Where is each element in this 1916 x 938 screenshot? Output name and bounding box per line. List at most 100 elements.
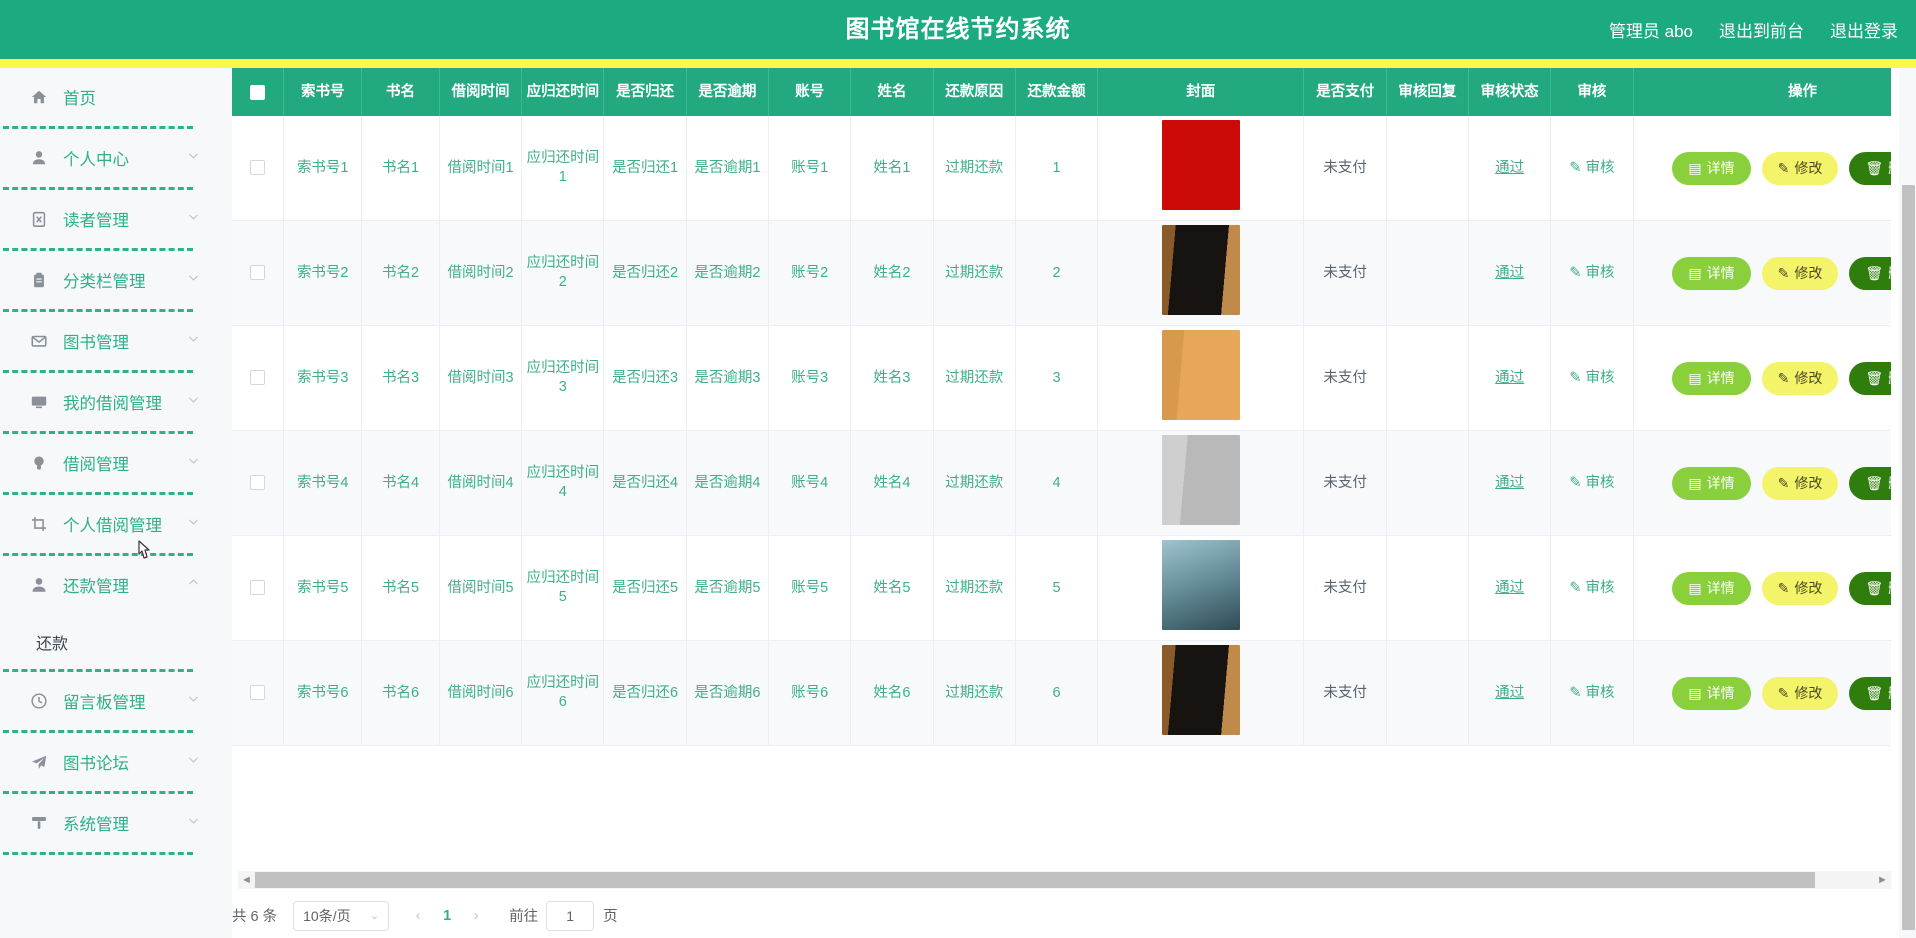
- exit-to-front-link[interactable]: 退出到前台: [1719, 17, 1804, 42]
- audit-status-link[interactable]: 通过: [1495, 685, 1524, 701]
- list-icon: ▤: [1688, 474, 1702, 491]
- sidebar-item-5[interactable]: 我的借阅管理: [0, 373, 232, 431]
- logout-link[interactable]: 退出登录: [1830, 17, 1898, 42]
- sidebar-item-3[interactable]: 分类栏管理: [0, 251, 232, 309]
- sidebar-item-7[interactable]: 个人借阅管理: [0, 495, 232, 553]
- cell-audit-status: 通过: [1468, 220, 1552, 326]
- cell-repay-reason: 过期还款: [933, 640, 1016, 746]
- table-horizontal-scrollbar[interactable]: ◄ ►: [238, 871, 1891, 889]
- detail-label: 详情: [1706, 580, 1735, 596]
- book-cover-image[interactable]: [1161, 120, 1240, 210]
- pagination-next-button[interactable]: ›: [461, 901, 491, 931]
- pagination-jump-input[interactable]: [546, 900, 595, 931]
- audit-status-link[interactable]: 通过: [1495, 160, 1524, 176]
- audit-button[interactable]: ✎ 审核: [1569, 580, 1614, 596]
- cell-audit-status: 通过: [1468, 535, 1552, 641]
- page-scroll-thumb[interactable]: [1902, 185, 1915, 930]
- sidebar-item-label: 个人借阅管理: [63, 517, 162, 535]
- pagination-bar: 共 6 条 10条/页 ⌄ ‹ 1 › 前往 页: [232, 893, 1916, 938]
- pagination-page-1[interactable]: 1: [433, 901, 461, 931]
- hscroll-right-arrow[interactable]: ►: [1874, 874, 1891, 886]
- hscroll-left-arrow[interactable]: ◄: [238, 874, 255, 886]
- sidebar-item-2[interactable]: 读者管理: [0, 190, 232, 248]
- edit-button[interactable]: ✎ 修改: [1761, 571, 1839, 605]
- chevron-down-icon[interactable]: [187, 814, 200, 832]
- audit-button[interactable]: ✎ 审核: [1569, 475, 1614, 491]
- delete-button[interactable]: 🗑删除: [1849, 151, 1891, 185]
- audit-label: 审核: [1585, 579, 1615, 596]
- sidebar-item-8[interactable]: 还款管理: [0, 556, 232, 614]
- row-checkbox[interactable]: [250, 370, 266, 386]
- delete-button[interactable]: 🗑删除: [1849, 361, 1891, 395]
- sidebar-item-1[interactable]: 个人中心: [0, 129, 232, 187]
- row-checkbox[interactable]: [250, 580, 266, 596]
- user-icon: [28, 147, 50, 169]
- cell-suoshuhao: 索书号5: [283, 535, 363, 641]
- book-cover-image[interactable]: [1161, 645, 1240, 735]
- chevron-down-icon[interactable]: [187, 149, 200, 167]
- edit-button[interactable]: ✎ 修改: [1761, 151, 1839, 185]
- cell-paid-status: 未支付: [1303, 220, 1387, 326]
- detail-button[interactable]: ▤ 详情: [1672, 361, 1751, 395]
- detail-button[interactable]: ▤ 详情: [1672, 466, 1751, 500]
- sidebar-item-9[interactable]: 留言板管理: [0, 672, 232, 730]
- row-checkbox[interactable]: [250, 475, 266, 491]
- row-checkbox[interactable]: [250, 265, 266, 281]
- audit-button[interactable]: ✎ 审核: [1569, 685, 1614, 701]
- edit-button[interactable]: ✎ 修改: [1761, 676, 1839, 710]
- hscroll-track[interactable]: [255, 872, 1874, 888]
- pencil-icon: ✎: [1569, 684, 1582, 701]
- table-scroll-container[interactable]: 索书号 书名 借阅时间 应归还时间 是否归还 是否逾期 账号 姓名 还款原因 还款金额 封面 是否支付…: [232, 68, 1891, 873]
- delete-button[interactable]: 🗑删除: [1849, 676, 1891, 710]
- chevron-down-icon[interactable]: [187, 692, 200, 710]
- sidebar-item-0[interactable]: 首页: [0, 68, 232, 126]
- detail-button[interactable]: ▤ 详情: [1672, 571, 1751, 605]
- select-all-checkbox[interactable]: [250, 84, 266, 100]
- hscroll-thumb[interactable]: [255, 872, 1815, 888]
- book-cover-image[interactable]: [1161, 225, 1240, 315]
- book-cover-image[interactable]: [1161, 330, 1240, 420]
- edit-button[interactable]: ✎ 修改: [1761, 466, 1839, 500]
- audit-status-link[interactable]: 通过: [1495, 370, 1524, 386]
- sidebar-item-11[interactable]: 系统管理: [0, 794, 232, 852]
- chevron-down-icon[interactable]: [187, 271, 200, 289]
- audit-button[interactable]: ✎ 审核: [1569, 370, 1614, 386]
- detail-button[interactable]: ▤ 详情: [1672, 256, 1751, 290]
- edit-button[interactable]: ✎ 修改: [1761, 361, 1839, 395]
- sidebar-item-4[interactable]: 图书管理: [0, 312, 232, 370]
- cell-repay-amount: 1: [1015, 116, 1099, 221]
- page-size-select[interactable]: 10条/页 ⌄: [293, 900, 390, 931]
- delete-button[interactable]: 🗑删除: [1849, 466, 1891, 500]
- row-select-cell: [232, 325, 285, 431]
- delete-button[interactable]: 🗑删除: [1849, 256, 1891, 290]
- chevron-down-icon[interactable]: [187, 515, 200, 533]
- detail-button[interactable]: ▤ 详情: [1672, 676, 1751, 710]
- page-vertical-scrollbar[interactable]: [1899, 68, 1916, 938]
- chevron-down-icon[interactable]: [187, 454, 200, 472]
- row-checkbox[interactable]: [250, 160, 266, 176]
- cell-account: 账号1: [768, 116, 852, 221]
- chevron-down-icon[interactable]: [187, 393, 200, 411]
- sidebar-subitem-huankuan[interactable]: 还款: [0, 614, 232, 669]
- book-cover-image[interactable]: [1161, 540, 1240, 630]
- audit-button[interactable]: ✎ 审核: [1569, 160, 1614, 176]
- edit-button[interactable]: ✎ 修改: [1761, 256, 1839, 290]
- cell-returned: 是否归还2: [603, 220, 687, 326]
- cell-name: 姓名5: [850, 535, 934, 641]
- sidebar-item-10[interactable]: 图书论坛: [0, 733, 232, 791]
- audit-button[interactable]: ✎ 审核: [1569, 265, 1614, 281]
- cell-overdue: 是否逾期4: [686, 430, 770, 536]
- audit-status-link[interactable]: 通过: [1495, 475, 1524, 491]
- delete-button[interactable]: 🗑删除: [1849, 571, 1891, 605]
- chevron-down-icon[interactable]: [187, 332, 200, 350]
- pagination-prev-button[interactable]: ‹: [403, 901, 433, 931]
- chevron-down-icon[interactable]: [187, 210, 200, 228]
- detail-button[interactable]: ▤ 详情: [1672, 151, 1751, 185]
- sidebar-item-6[interactable]: 借阅管理: [0, 434, 232, 492]
- chevron-down-icon[interactable]: [187, 753, 200, 771]
- book-cover-image[interactable]: [1161, 435, 1240, 525]
- audit-status-link[interactable]: 通过: [1495, 265, 1524, 281]
- audit-status-link[interactable]: 通过: [1495, 580, 1524, 596]
- row-checkbox[interactable]: [250, 685, 266, 701]
- chevron-up-icon[interactable]: [187, 576, 200, 594]
